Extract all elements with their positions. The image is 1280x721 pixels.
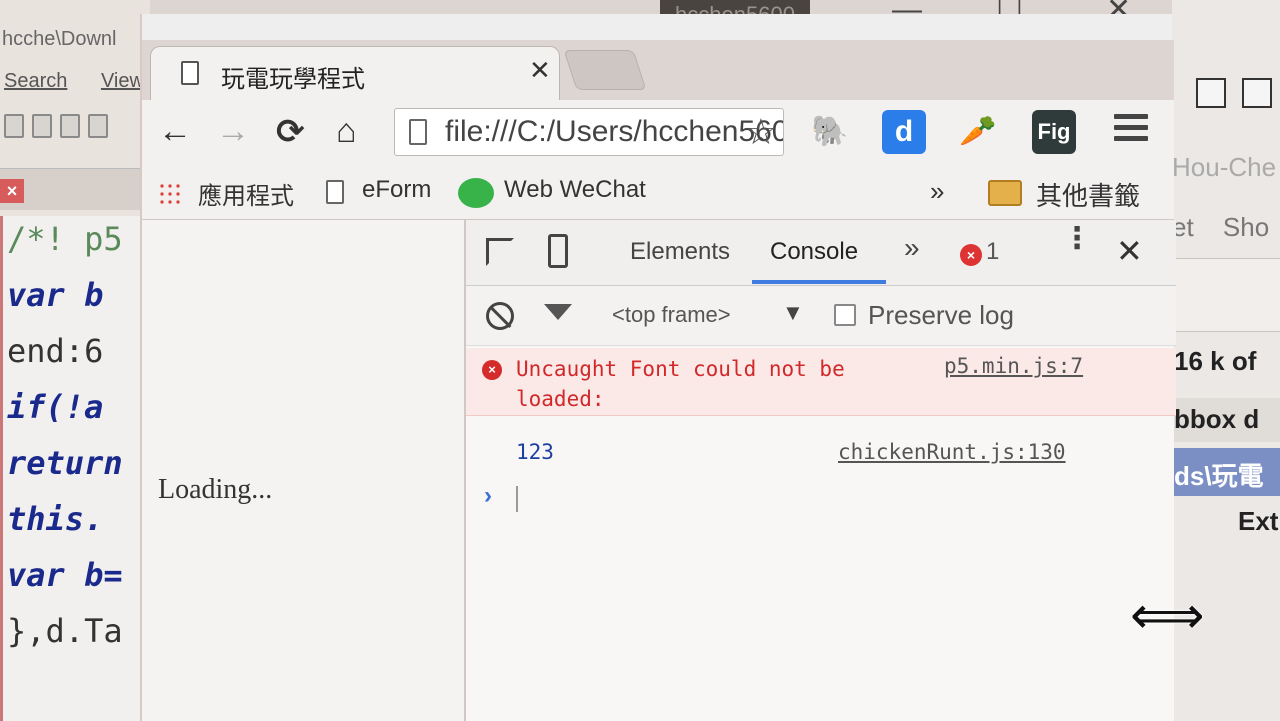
console-input[interactable] [516,486,518,512]
log-text: 123 [516,440,554,464]
back-button[interactable]: ← [158,112,192,151]
background-editor-window: hcche\Downl Search View × /*! p5 var b e… [0,0,150,721]
selected-path-row[interactable]: ds\玩電 [1172,448,1280,496]
editor-menu-view[interactable]: View [101,70,144,92]
close-file-icon[interactable] [60,114,80,138]
error-text: Uncaught Font could not be loaded: [516,357,845,411]
error-source-link[interactable]: p5.min.js:7 [944,354,1083,378]
fig-icon[interactable]: Fig [1032,110,1076,154]
error-count[interactable]: 1 [986,238,999,266]
tab-title: 玩電玩學程式 [221,66,365,93]
ext-column-header[interactable]: Ext [1172,500,1280,544]
browser-toolbar: ← → ⟳ ⌂ file:///C:/Users/hcchen5600/Down… [142,100,1174,164]
address-bar[interactable]: file:///C:/Users/hcchen5600/Downloads ☆ [394,108,784,156]
device-mode-icon[interactable] [548,234,568,268]
reload-button[interactable]: ⟳ [276,112,305,152]
devtools-panel: Elements Console » × 1 ⋮ ✕ <top frame> ▼… [464,220,1176,721]
tab-close-button[interactable]: ✕ [529,55,551,86]
code-line: var b= [7,556,123,594]
page-icon [409,119,427,145]
console-error-message: × Uncaught Font could not be loaded: p5.… [466,348,1176,416]
right-menu-item[interactable]: Sho [1223,212,1269,242]
code-line: return [7,444,123,482]
code-line: end:6 [7,332,104,370]
chevron-down-icon[interactable]: ▼ [782,300,804,326]
code-line: },d.Ta [7,612,123,650]
page-icon [326,180,344,204]
log-source-link[interactable]: chickenRunt.js:130 [838,440,1066,464]
size-status: 16 k of [1174,346,1257,376]
browser-window: 玩電玩學程式 ✕ ← → ⟳ ⌂ file:///C:/Users/hcchen… [140,14,1176,721]
bookmark-other[interactable]: 其他書籤 [1036,176,1140,213]
bookmark-star-icon[interactable]: ☆ [745,111,777,153]
page-viewport: Loading... [142,220,464,721]
frame-selector[interactable]: <top frame> [612,302,731,328]
record-icon[interactable] [1196,78,1226,108]
active-tab-indicator [752,280,886,284]
browser-menu-icon[interactable] [1114,114,1148,147]
evernote-icon[interactable]: 🐘 [808,110,852,154]
error-icon: × [482,360,502,380]
forward-button[interactable]: → [216,112,250,151]
devtools-close-button[interactable]: ✕ [1116,232,1143,270]
loading-text: Loading... [158,474,273,505]
editor-toolbar [0,108,150,148]
tab-current[interactable]: 玩電玩學程式 ✕ [150,46,560,102]
tab-bar: 玩電玩學程式 ✕ [142,40,1174,102]
carrot-icon[interactable]: 🥕 [956,110,1000,154]
resize-cursor-icon: ⟺ [1130,587,1205,645]
close-tab-icon[interactable]: × [0,179,24,203]
right-window-menu: et Sho [1172,212,1280,243]
code-line: this. [7,500,104,538]
stop-icon[interactable] [1242,78,1272,108]
page-icon [181,61,199,85]
code-line: if(!a [7,388,104,426]
filter-icon[interactable] [544,304,572,320]
bookmark-web-wechat[interactable]: Web WeChat [504,176,646,204]
apps-icon [158,182,180,204]
clear-console-icon[interactable] [486,302,514,330]
folder-icon [988,180,1022,206]
bookmarks-bar: 應用程式 eForm Web WeChat » 其他書籤 [142,164,1174,220]
console-filter-bar: <top frame> ▼ Preserve log [466,286,1176,346]
save-icon[interactable] [4,114,24,138]
d-extension-icon[interactable]: d [882,110,926,154]
code-line: /*! p5 [7,220,123,258]
editor-menu-search[interactable]: Search [4,70,67,92]
editor-tab-strip: × [0,168,150,210]
preserve-log-checkbox[interactable] [834,304,856,326]
wechat-icon [458,178,494,208]
right-window-title: Hou-Che [1172,152,1277,182]
right-row: bbox d [1172,398,1280,442]
console-prompt-icon: › [484,482,492,509]
bookmark-eform[interactable]: eForm [362,176,431,204]
code-line: var b [7,276,104,314]
bookmarks-overflow-button[interactable]: » [930,176,944,207]
home-button[interactable]: ⌂ [336,112,357,151]
right-window-toolbar [1172,258,1280,332]
editor-menu: Search View [4,70,150,93]
bookmark-apps[interactable]: 應用程式 [198,176,294,211]
code-view[interactable]: /*! p5 var b end:6 if(!a return this. va… [0,216,150,721]
url-text: file:///C:/Users/hcchen5600/Downloads [445,115,783,148]
devtools-menu-icon[interactable]: ⋮ [1062,224,1092,254]
save-all-icon[interactable] [32,114,52,138]
print-icon[interactable] [88,114,108,138]
devtools-tab-bar: Elements Console » × 1 ⋮ ✕ [466,220,1176,286]
tab-elements[interactable]: Elements [630,238,730,266]
inspect-element-icon[interactable] [486,238,514,266]
preserve-log-label[interactable]: Preserve log [868,300,1014,331]
tab-console[interactable]: Console [770,238,858,266]
editor-path-fragment: hcche\Downl [2,28,117,50]
more-tabs-button[interactable]: » [904,232,920,264]
console-output[interactable]: × Uncaught Font could not be loaded: p5.… [466,346,1176,721]
error-count-icon[interactable]: × [960,244,982,266]
new-tab-button[interactable] [563,50,647,90]
